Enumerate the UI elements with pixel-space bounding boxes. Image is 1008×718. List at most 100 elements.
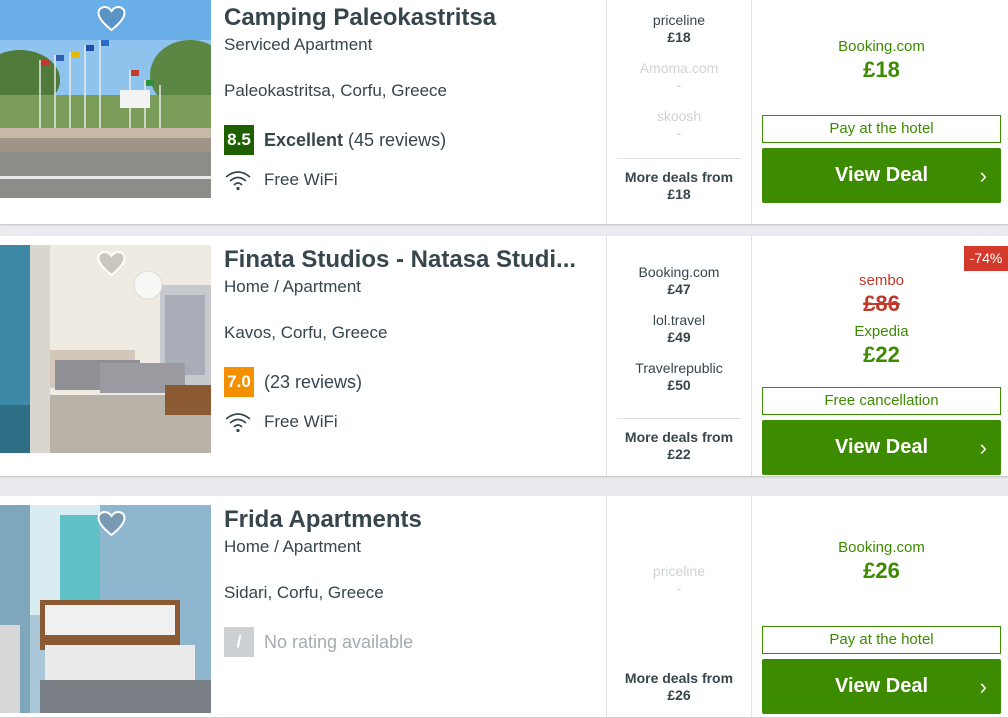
hotel-image[interactable] xyxy=(0,245,211,453)
more-deals-label: More deals from xyxy=(624,169,734,185)
chevron-right-icon: › xyxy=(979,163,987,188)
deal-item[interactable]: priceline £18 xyxy=(607,12,751,60)
more-deals-label: More deals from xyxy=(624,670,734,686)
rating-row: / No rating available xyxy=(224,627,599,657)
rating-score: 8.5 xyxy=(224,125,254,155)
no-rating-label: No rating available xyxy=(264,631,414,652)
hotel-info: Finata Studios - Natasa Studi... Home / … xyxy=(224,245,599,434)
view-deal-label: View Deal xyxy=(834,436,929,458)
deal-provider: Amoma.com xyxy=(639,60,719,76)
hotel-card: Frida Apartments Home / Apartment Sidari… xyxy=(0,496,1008,717)
more-deals-label: More deals from xyxy=(624,429,734,445)
more-deals-link[interactable]: More deals from £18 xyxy=(617,158,741,203)
best-deal-provider[interactable]: Booking.com xyxy=(762,37,1001,56)
rating-label: Excellent xyxy=(264,129,344,150)
deal-price: £47 xyxy=(667,281,691,297)
original-price: £86 xyxy=(863,291,900,316)
divider xyxy=(751,236,752,476)
cancellation-note: Free cancellation xyxy=(762,387,1001,415)
rating-row[interactable]: 7.0 (23 reviews) xyxy=(224,367,599,397)
hotel-location[interactable]: Kavos, Corfu, Greece xyxy=(224,322,599,344)
discount-badge: -74% xyxy=(964,246,1008,271)
deal-item: skoosh - xyxy=(607,108,751,156)
review-count: (23 reviews) xyxy=(264,371,363,392)
best-deal-price[interactable]: £22 xyxy=(762,341,1001,369)
deal-provider: priceline xyxy=(652,563,706,579)
more-deals-price: £26 xyxy=(667,687,691,703)
payment-note: Pay at the hotel xyxy=(762,115,1001,143)
best-deal: Booking.com £26 Pay at the hotel View De… xyxy=(762,538,1001,718)
best-deal-price[interactable]: £18 xyxy=(762,56,1001,84)
hotel-image[interactable] xyxy=(0,0,211,198)
favorite-button[interactable] xyxy=(6,6,126,32)
payment-note: Pay at the hotel xyxy=(762,626,1001,654)
deal-item[interactable]: Booking.com £47 xyxy=(607,264,751,312)
original-provider: sembo xyxy=(858,272,905,289)
deal-price: - xyxy=(676,580,682,596)
divider xyxy=(751,0,752,224)
other-deals: priceline - xyxy=(607,563,751,611)
best-deal-provider[interactable]: Booking.com xyxy=(762,538,1001,557)
favorite-button[interactable] xyxy=(6,511,126,537)
deal-price: £18 xyxy=(667,29,691,45)
heart-icon xyxy=(97,251,126,277)
amenity-label: Free WiFi xyxy=(264,412,338,431)
more-deals-price: £22 xyxy=(667,446,691,462)
best-deal: Booking.com £18 Pay at the hotel View De… xyxy=(762,37,1001,217)
chevron-right-icon: › xyxy=(979,674,987,699)
view-deal-label: View Deal xyxy=(834,675,929,697)
deal-item[interactable]: Travelrepublic £50 xyxy=(607,360,751,408)
deal-price: - xyxy=(676,77,682,93)
best-deal-price[interactable]: £26 xyxy=(762,557,1001,585)
property-type: Home / Apartment xyxy=(224,277,362,296)
best-deal-provider[interactable]: Expedia xyxy=(762,322,1001,341)
review-count: (45 reviews) xyxy=(348,129,447,150)
more-deals-price: £18 xyxy=(667,186,691,202)
more-deals-link[interactable]: More deals from £26 xyxy=(617,660,741,704)
deal-provider: priceline xyxy=(652,12,706,28)
rating-row[interactable]: 8.5 Excellent (45 reviews) xyxy=(224,125,599,155)
hotel-card: Finata Studios - Natasa Studi... Home / … xyxy=(0,236,1008,476)
hotel-location[interactable]: Paleokastritsa, Corfu, Greece xyxy=(224,80,599,102)
deal-provider: lol.travel xyxy=(652,312,706,328)
deal-provider: skoosh xyxy=(656,108,702,124)
deal-item: Amoma.com - xyxy=(607,60,751,108)
hotel-info: Camping Paleokastritsa Serviced Apartmen… xyxy=(224,3,599,192)
chevron-right-icon: › xyxy=(979,435,987,460)
hotel-name[interactable]: Finata Studios - Natasa Studi... xyxy=(224,245,599,275)
hotel-card: Camping Paleokastritsa Serviced Apartmen… xyxy=(0,0,1008,224)
amenity-wifi: Free WiFi xyxy=(224,410,599,434)
hotel-name[interactable]: Frida Apartments xyxy=(224,505,599,535)
wifi-icon xyxy=(225,413,251,433)
heart-icon xyxy=(97,511,126,537)
deal-price: £49 xyxy=(667,329,691,345)
hotel-info: Frida Apartments Home / Apartment Sidari… xyxy=(224,505,599,657)
property-type: Home / Apartment xyxy=(224,537,362,556)
rating-score: 7.0 xyxy=(224,367,254,397)
more-deals-link[interactable]: More deals from £22 xyxy=(617,418,741,463)
other-deals: Booking.com £47 lol.travel £49 Travelrep… xyxy=(607,264,751,408)
deal-price: £50 xyxy=(667,377,691,393)
other-deals: priceline £18 Amoma.com - skoosh - xyxy=(607,12,751,156)
deal-item: priceline - xyxy=(607,563,751,611)
view-deal-button[interactable]: View Deal › xyxy=(762,659,1001,714)
deal-item[interactable]: lol.travel £49 xyxy=(607,312,751,360)
amenity-label: Free WiFi xyxy=(264,170,338,189)
hotel-name[interactable]: Camping Paleokastritsa xyxy=(224,3,599,33)
rating-score: / xyxy=(224,627,254,657)
view-deal-button[interactable]: View Deal › xyxy=(762,148,1001,203)
hotel-image[interactable] xyxy=(0,505,211,713)
view-deal-label: View Deal xyxy=(834,164,929,186)
amenity-wifi: Free WiFi xyxy=(224,168,599,192)
favorite-button[interactable] xyxy=(6,251,126,277)
property-type: Serviced Apartment xyxy=(224,35,373,54)
view-deal-button[interactable]: View Deal › xyxy=(762,420,1001,475)
wifi-icon xyxy=(225,171,251,191)
deal-provider: Travelrepublic xyxy=(635,360,723,376)
deal-provider: Booking.com xyxy=(638,264,720,280)
divider xyxy=(751,496,752,717)
heart-icon xyxy=(97,6,126,32)
deal-price: - xyxy=(676,125,682,141)
best-deal: sembo £86 Expedia £22 Free cancellation … xyxy=(762,271,1001,475)
hotel-location[interactable]: Sidari, Corfu, Greece xyxy=(224,582,599,604)
